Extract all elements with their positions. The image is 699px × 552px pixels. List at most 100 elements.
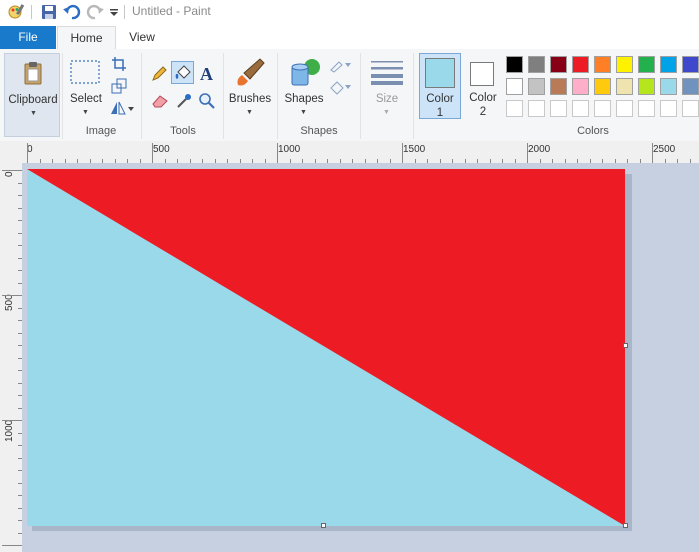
ruler-label: 500 bbox=[4, 294, 15, 311]
customize-toolbar-icon[interactable] bbox=[108, 3, 120, 21]
resize-handle-bottom[interactable] bbox=[321, 523, 326, 528]
brushes-button[interactable]: Brushes ▼ bbox=[226, 53, 274, 123]
resize-icon[interactable] bbox=[111, 78, 127, 94]
palette-custom-swatch[interactable] bbox=[616, 100, 633, 117]
ruler-tick bbox=[527, 143, 528, 163]
palette-color-swatch[interactable] bbox=[506, 56, 523, 73]
ruler-label: 2500 bbox=[653, 144, 676, 155]
magnifier-icon[interactable] bbox=[198, 92, 216, 110]
palette-color-swatch[interactable] bbox=[506, 78, 523, 95]
svg-text:A: A bbox=[200, 64, 213, 83]
palette-color-swatch[interactable] bbox=[550, 56, 567, 73]
palette-color-swatch[interactable] bbox=[594, 56, 611, 73]
shapes-button[interactable]: Shapes ▼ bbox=[282, 53, 326, 123]
group-separator bbox=[62, 53, 63, 139]
chevron-down-icon: ▼ bbox=[30, 110, 37, 117]
resize-handle-right[interactable] bbox=[623, 343, 628, 348]
palette-color-swatch[interactable] bbox=[638, 56, 655, 73]
palette-color-swatch[interactable] bbox=[616, 78, 633, 95]
palette-color-swatch[interactable] bbox=[660, 78, 677, 95]
group-separator bbox=[223, 53, 224, 139]
canvas-workspace bbox=[22, 163, 699, 552]
tab-home[interactable]: Home bbox=[57, 26, 116, 51]
select-rectangle-icon bbox=[70, 60, 100, 84]
palette-color-swatch[interactable] bbox=[572, 56, 589, 73]
tools-group-label: Tools bbox=[170, 125, 196, 137]
undo-icon[interactable] bbox=[63, 3, 81, 21]
clipboard-button[interactable]: Clipboard ▼ bbox=[4, 53, 60, 137]
ruler-tick bbox=[2, 420, 22, 421]
redo-icon[interactable] bbox=[86, 3, 104, 21]
palette-custom-swatch[interactable] bbox=[506, 100, 523, 117]
color-picker-icon[interactable] bbox=[175, 92, 193, 110]
shapes-icon bbox=[291, 59, 320, 86]
line-size-icon bbox=[371, 61, 403, 85]
fill-bucket-icon bbox=[175, 65, 191, 79]
title-bar: Untitled - Paint bbox=[0, 0, 699, 24]
palette-color-swatch[interactable] bbox=[638, 78, 655, 95]
horizontal-ruler: 0 500 1000 1500 2000 2500 bbox=[0, 141, 699, 164]
size-label: Size bbox=[375, 93, 399, 105]
palette-color-swatch[interactable] bbox=[594, 78, 611, 95]
clipboard-label: Clipboard bbox=[8, 94, 58, 106]
palette-custom-swatch[interactable] bbox=[594, 100, 611, 117]
fill-tool-button[interactable] bbox=[171, 61, 194, 84]
ruler-tick bbox=[2, 295, 22, 296]
tab-file[interactable]: File bbox=[0, 26, 56, 49]
palette-color-swatch[interactable] bbox=[616, 56, 633, 73]
crop-icon[interactable] bbox=[111, 56, 127, 72]
eraser-icon[interactable] bbox=[151, 93, 169, 109]
ribbon-home: Clipboard ▼ Select ▼ Image A Tools Brush… bbox=[0, 49, 699, 142]
ruler-tick bbox=[402, 143, 403, 163]
ruler-tick bbox=[27, 143, 28, 163]
vertical-ruler: 0 500 1000 bbox=[0, 163, 23, 552]
clipboard-icon bbox=[24, 62, 42, 85]
color1-label: Color bbox=[426, 93, 454, 105]
size-button[interactable]: Size ▼ bbox=[364, 53, 410, 123]
palette-color-swatch[interactable] bbox=[660, 56, 677, 73]
save-icon[interactable] bbox=[40, 3, 58, 21]
resize-handle-corner[interactable] bbox=[623, 523, 628, 528]
image-group-label: Image bbox=[85, 125, 117, 137]
palette-custom-swatch[interactable] bbox=[572, 100, 589, 117]
palette-custom-swatch[interactable] bbox=[638, 100, 655, 117]
rotate-icon[interactable] bbox=[109, 100, 135, 116]
brushes-label: Brushes bbox=[228, 93, 272, 105]
palette-color-swatch[interactable] bbox=[528, 56, 545, 73]
palette-color-swatch[interactable] bbox=[572, 78, 589, 95]
color2-label: Color bbox=[469, 92, 497, 104]
select-label: Select bbox=[70, 93, 102, 105]
fill-icon[interactable] bbox=[329, 79, 353, 95]
color1-button[interactable]: Color 1 bbox=[419, 53, 461, 119]
select-button[interactable]: Select ▼ bbox=[66, 53, 106, 123]
color2-button[interactable]: Color 2 bbox=[463, 53, 503, 119]
brush-icon bbox=[237, 58, 265, 86]
shapes-group-label: Shapes bbox=[300, 125, 338, 137]
palette-color-swatch[interactable] bbox=[682, 78, 699, 95]
palette-color-swatch[interactable] bbox=[528, 78, 545, 95]
drawing-canvas[interactable] bbox=[27, 169, 632, 531]
palette-custom-swatch[interactable] bbox=[660, 100, 677, 117]
palette-custom-swatch[interactable] bbox=[528, 100, 545, 117]
palette-custom-swatch[interactable] bbox=[682, 100, 699, 117]
palette-color-swatch[interactable] bbox=[550, 78, 567, 95]
separator bbox=[124, 5, 125, 19]
pencil-icon[interactable] bbox=[150, 65, 168, 83]
ruler-tick bbox=[2, 170, 22, 171]
outline-icon[interactable] bbox=[329, 57, 353, 73]
ruler-label: 500 bbox=[153, 144, 170, 155]
text-tool-icon[interactable]: A bbox=[198, 63, 216, 83]
paint-app-icon[interactable] bbox=[6, 3, 26, 21]
ruler-label: 1500 bbox=[403, 144, 426, 155]
palette-custom-swatch[interactable] bbox=[550, 100, 567, 117]
ruler-tick bbox=[152, 143, 153, 163]
chevron-down-icon: ▼ bbox=[383, 109, 390, 116]
tab-view[interactable]: View bbox=[117, 26, 167, 49]
shapes-label: Shapes bbox=[284, 93, 324, 105]
chevron-down-icon: ▼ bbox=[246, 109, 253, 116]
colors-group-label: Colors bbox=[577, 125, 609, 137]
group-separator bbox=[277, 53, 278, 139]
palette-color-swatch[interactable] bbox=[682, 56, 699, 73]
ruler-tick bbox=[277, 143, 278, 163]
group-separator bbox=[360, 53, 361, 139]
